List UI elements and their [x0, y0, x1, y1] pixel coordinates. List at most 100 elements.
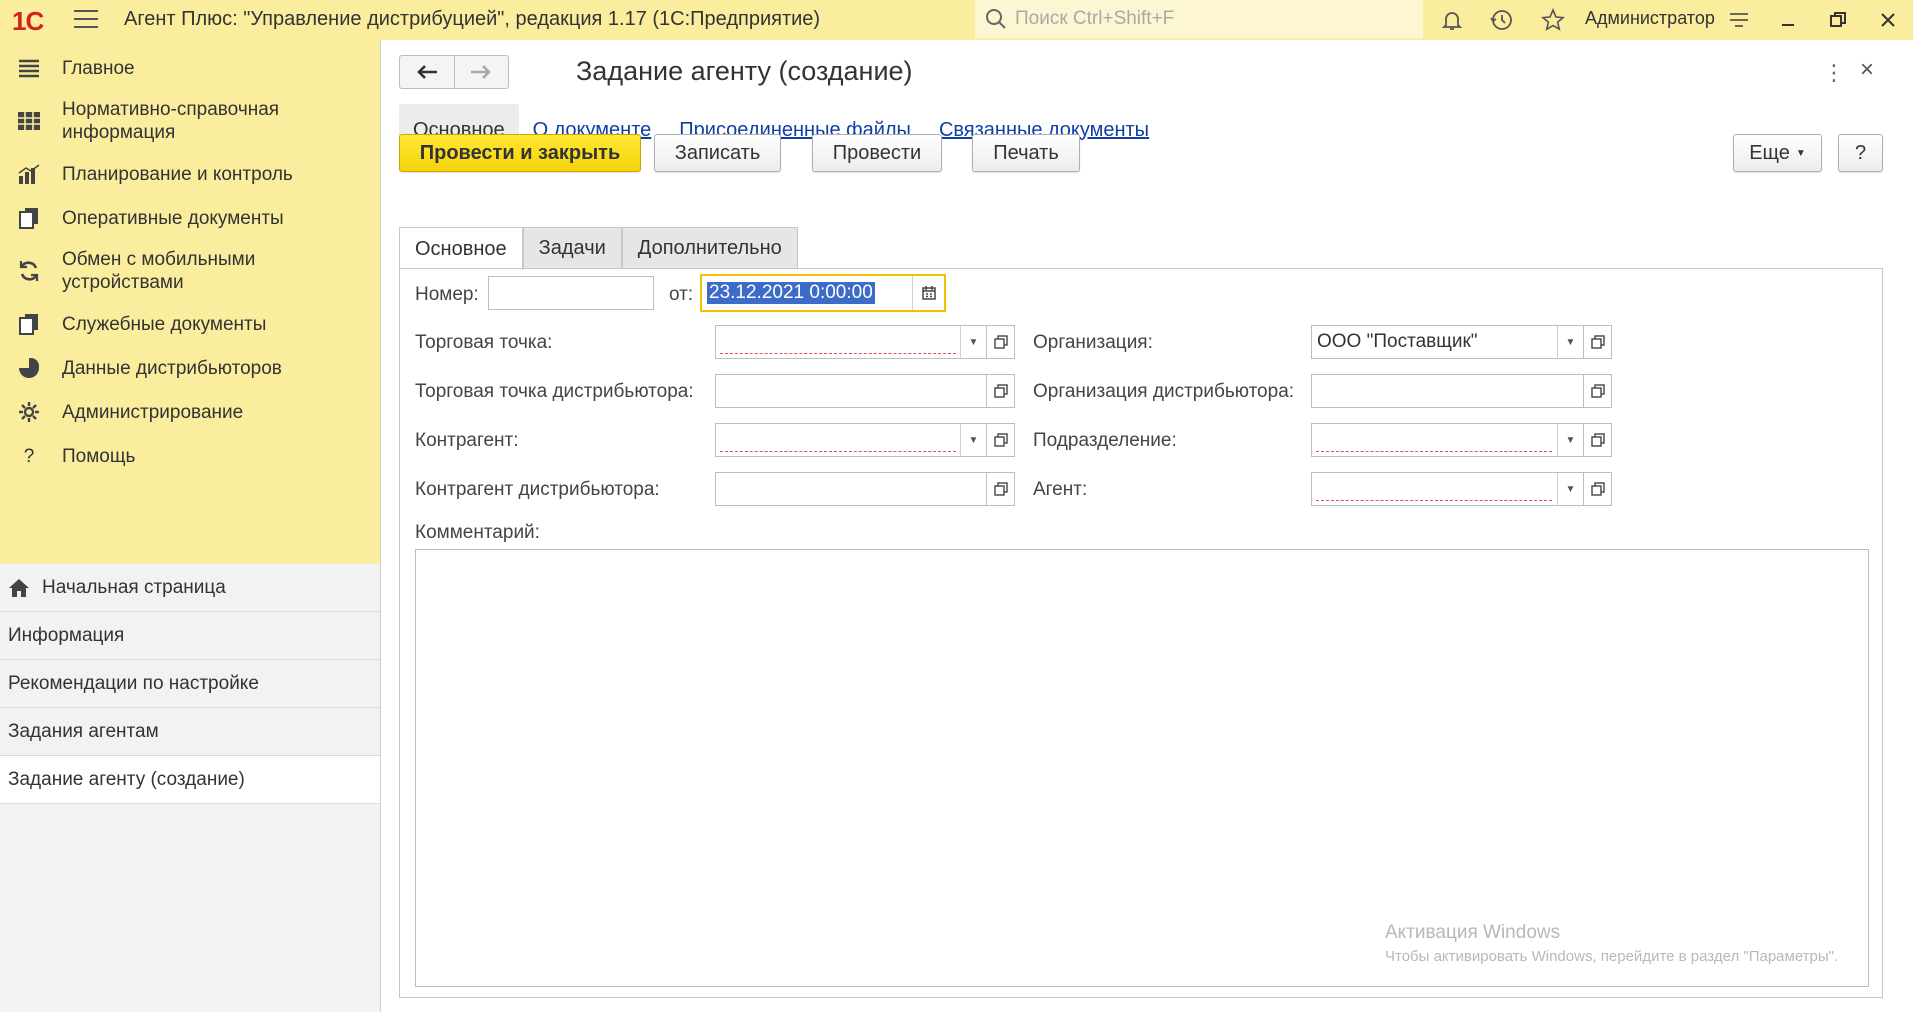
required-marker [720, 353, 956, 354]
open-icon[interactable] [1584, 325, 1612, 359]
more-actions-icon[interactable]: ⋮ [1823, 60, 1845, 86]
chevron-down-icon[interactable]: ▼ [1557, 473, 1583, 505]
open-windows-list: Начальная страница Информация Рекомендац… [0, 564, 380, 804]
form-tabs: Основное Задачи Дополнительно [399, 227, 798, 270]
open-icon[interactable] [987, 423, 1015, 457]
documents-icon [16, 311, 42, 337]
open-window-label: Рекомендации по настройке [8, 672, 259, 694]
section-operational-docs[interactable]: Оперативные документы [0, 196, 380, 240]
home-icon [8, 577, 30, 599]
tab-tasks[interactable]: Задачи [522, 227, 622, 269]
date-field[interactable]: 23.12.2021 0:00:00 [700, 274, 946, 312]
open-window-current[interactable]: Задание агенту (создание) [0, 756, 380, 804]
required-marker [1316, 500, 1552, 501]
section-reference[interactable]: Нормативно-справочная информация [0, 90, 380, 152]
gear-icon [16, 399, 42, 425]
minimize-icon[interactable] [1774, 6, 1802, 34]
open-window-recommendations[interactable]: Рекомендации по настройке [0, 660, 380, 708]
open-window-label: Начальная страница [42, 576, 226, 598]
section-distributor-data[interactable]: Данные дистрибьюторов [0, 346, 380, 390]
window-title: Агент Плюс: "Управление дистрибуцией", р… [124, 8, 821, 30]
form-title: Задание агенту (создание) [576, 56, 913, 86]
section-label: Данные дистрибьюторов [62, 357, 282, 379]
open-icon[interactable] [1584, 374, 1612, 408]
save-button[interactable]: Записать [654, 134, 781, 172]
chevron-down-icon[interactable]: ▼ [1557, 326, 1583, 358]
comment-label: Комментарий: [415, 522, 540, 543]
sections-panel: Главное Нормативно-справочная информация… [0, 40, 380, 564]
chevron-down-icon[interactable]: ▼ [1557, 424, 1583, 456]
chevron-down-icon[interactable]: ▼ [960, 424, 986, 456]
table-icon [16, 108, 42, 134]
tab-main[interactable]: Основное [399, 227, 523, 270]
post-button[interactable]: Провести [812, 134, 942, 172]
section-mobile-exchange[interactable]: Обмен с мобильными устройствами [0, 240, 380, 302]
section-help[interactable]: ? Помощь [0, 434, 380, 478]
arrow-right-icon [471, 65, 492, 79]
open-window-label: Информация [8, 624, 125, 646]
dist-trade-point-label: Торговая точка дистрибьютора: [415, 381, 694, 402]
close-form-icon[interactable]: × [1860, 56, 1874, 84]
bell-icon[interactable] [1438, 6, 1466, 34]
open-icon[interactable] [987, 472, 1015, 506]
tab-additional[interactable]: Дополнительно [621, 227, 798, 269]
organization-field[interactable]: ООО "Поставщик" ▼ [1311, 325, 1584, 359]
section-label: Оперативные документы [62, 207, 284, 229]
search-input[interactable]: Поиск Ctrl+Shift+F [975, 0, 1423, 38]
sidebar: Главное Нормативно-справочная информация… [0, 40, 381, 1012]
section-label: Служебные документы [62, 313, 267, 335]
trade-point-field[interactable]: ▼ [715, 325, 987, 359]
arrow-left-icon [416, 65, 437, 79]
open-icon[interactable] [1584, 423, 1612, 457]
star-icon[interactable] [1539, 6, 1567, 34]
section-label: Помощь [62, 445, 136, 467]
back-button[interactable] [400, 56, 455, 88]
section-planning[interactable]: Планирование и контроль [0, 152, 380, 196]
more-button[interactable]: Еще ▼ [1733, 134, 1822, 172]
agent-field[interactable]: ▼ [1311, 472, 1584, 506]
organization-value: ООО "Поставщик" [1317, 331, 1478, 352]
open-window-agent-tasks[interactable]: Задания агентам [0, 708, 380, 756]
chevron-down-icon: ▼ [1795, 147, 1806, 159]
windows-activation-text: Чтобы активировать Windows, перейдите в … [1385, 948, 1839, 965]
date-value: 23.12.2021 0:00:00 [707, 282, 875, 304]
dist-organization-field[interactable] [1311, 374, 1584, 408]
user-name[interactable]: Администратор [1585, 8, 1715, 29]
agent-label: Агент: [1033, 479, 1088, 500]
print-button[interactable]: Печать [972, 134, 1080, 172]
required-marker [1316, 451, 1552, 452]
forward-button[interactable] [455, 56, 509, 88]
close-icon[interactable] [1874, 6, 1902, 34]
history-icon[interactable] [1488, 6, 1516, 34]
list-icon [16, 55, 42, 81]
dist-counterparty-field[interactable] [715, 472, 987, 506]
section-main[interactable]: Главное [0, 46, 380, 90]
department-label: Подразделение: [1033, 430, 1177, 451]
section-service-docs[interactable]: Служебные документы [0, 302, 380, 346]
post-and-close-button[interactable]: Провести и закрыть [399, 134, 641, 172]
section-label: Планирование и контроль [62, 163, 293, 185]
search-placeholder: Поиск Ctrl+Shift+F [1015, 8, 1175, 29]
department-field[interactable]: ▼ [1311, 423, 1584, 457]
open-icon[interactable] [987, 325, 1015, 359]
open-icon[interactable] [1584, 472, 1612, 506]
dist-trade-point-field[interactable] [715, 374, 987, 408]
open-icon[interactable] [987, 374, 1015, 408]
windows-activation-title: Активация Windows [1385, 922, 1561, 943]
chevron-down-icon[interactable]: ▼ [960, 326, 986, 358]
dist-counterparty-label: Контрагент дистрибьютора: [415, 479, 660, 500]
menu-icon[interactable] [74, 10, 98, 30]
section-label: Обмен с мобильными устройствами [62, 249, 256, 293]
settings-lines-icon[interactable] [1725, 6, 1753, 34]
restore-icon[interactable] [1824, 6, 1852, 34]
number-field[interactable] [488, 276, 654, 310]
open-window-info[interactable]: Информация [0, 612, 380, 660]
app-logo[interactable]: 1С [12, 6, 44, 37]
date-label: от: [669, 284, 694, 305]
calendar-icon[interactable] [912, 276, 944, 310]
help-button[interactable]: ? [1838, 134, 1883, 172]
open-window-home[interactable]: Начальная страница [0, 564, 380, 612]
counterparty-field[interactable]: ▼ [715, 423, 987, 457]
comment-textarea[interactable] [415, 549, 1869, 987]
section-administration[interactable]: Администрирование [0, 390, 380, 434]
